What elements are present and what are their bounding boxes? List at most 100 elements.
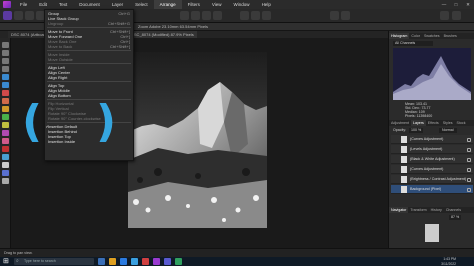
healing-tool-icon[interactable] bbox=[2, 138, 9, 144]
flood-select-tool-icon[interactable] bbox=[2, 82, 9, 88]
user-icon[interactable] bbox=[452, 11, 461, 20]
tab-navigator[interactable]: Navigator bbox=[389, 207, 409, 213]
pen-tool-icon[interactable] bbox=[2, 154, 9, 160]
layer-thumbnail bbox=[401, 156, 407, 163]
navigator-thumbnail[interactable] bbox=[425, 224, 439, 242]
file-explorer-icon[interactable] bbox=[109, 258, 116, 265]
maximize-button[interactable]: □ bbox=[450, 0, 462, 9]
gradient-tool-icon[interactable] bbox=[2, 114, 9, 120]
menu-select[interactable]: Select bbox=[129, 0, 154, 9]
menu-document[interactable]: Document bbox=[73, 0, 106, 9]
menu-arrange[interactable]: Arrange bbox=[153, 0, 182, 9]
canvas-photo[interactable] bbox=[128, 52, 267, 228]
navigator-zoom[interactable]: 87 % bbox=[449, 215, 462, 220]
tab-styles[interactable]: Styles bbox=[441, 120, 455, 126]
layer-visibility-checkbox[interactable] bbox=[467, 167, 471, 172]
affinity-photo-taskbar-icon[interactable] bbox=[153, 258, 160, 265]
menu-item-insertion-inside[interactable]: Insertion Inside bbox=[45, 139, 133, 145]
menu-edit[interactable]: Edit bbox=[33, 0, 53, 9]
tab-channels[interactable]: Channels bbox=[444, 207, 463, 213]
shape-tool-icon[interactable] bbox=[2, 170, 9, 176]
red-eye-tool-icon[interactable] bbox=[2, 146, 9, 152]
tab-effects[interactable]: Effects bbox=[426, 120, 441, 126]
menu-help[interactable]: Help bbox=[256, 0, 277, 9]
view-tool-icon[interactable] bbox=[2, 50, 9, 56]
layer-thumbnail bbox=[401, 176, 407, 183]
eyedropper-tool-icon[interactable] bbox=[2, 178, 9, 184]
auto-contrast-icon[interactable] bbox=[202, 11, 211, 20]
minimize-button[interactable]: — bbox=[438, 0, 450, 9]
menu-item-label: Move to Back bbox=[48, 44, 73, 49]
tab-brushes[interactable]: Brushes bbox=[442, 33, 459, 39]
channel-select[interactable]: All Channels bbox=[393, 41, 433, 46]
menu-text[interactable]: Text bbox=[53, 0, 73, 9]
layer-visibility-checkbox[interactable] bbox=[467, 157, 471, 162]
persona-photo-icon[interactable] bbox=[3, 11, 12, 20]
layer-row[interactable]: (Brightness / Contrast Adjustment) bbox=[391, 175, 473, 184]
affinity-designer-taskbar-icon[interactable] bbox=[164, 258, 171, 265]
tab-stock[interactable]: Stock bbox=[455, 120, 468, 126]
tab-layers[interactable]: Layers bbox=[410, 120, 426, 126]
taskbar-search[interactable]: ⌕ Type here to search bbox=[14, 258, 94, 265]
tab-color[interactable]: Color bbox=[409, 33, 422, 39]
erase-tool-icon[interactable] bbox=[2, 98, 9, 104]
layer-row[interactable]: (Curves Adjustment) bbox=[391, 135, 473, 144]
menu-item-label: Ungroup bbox=[48, 21, 64, 26]
fill-tool-icon[interactable] bbox=[2, 106, 9, 112]
edge-icon[interactable] bbox=[120, 258, 127, 265]
layer-row[interactable]: (Curves Adjustment) bbox=[391, 165, 473, 174]
arrange-icon[interactable] bbox=[341, 11, 350, 20]
menu-filters[interactable]: Filters bbox=[182, 0, 206, 9]
search-icon: ⌕ bbox=[16, 258, 19, 264]
assistant-icon[interactable] bbox=[440, 11, 449, 20]
text-tool-icon[interactable] bbox=[2, 162, 9, 168]
taskbar-clock[interactable]: 1:43 PM 3/11/2022 bbox=[441, 257, 456, 266]
quick-mask-icon[interactable] bbox=[251, 11, 260, 20]
menu-file[interactable]: File bbox=[14, 0, 33, 9]
layer-visibility-checkbox[interactable] bbox=[467, 137, 471, 142]
tab-history[interactable]: History bbox=[429, 207, 444, 213]
snapping-icon[interactable] bbox=[330, 11, 339, 20]
close-button[interactable]: ✕ bbox=[462, 0, 474, 9]
menu-view[interactable]: View bbox=[206, 0, 228, 9]
menu-layer[interactable]: Layer bbox=[106, 0, 129, 9]
dodge-tool-icon[interactable] bbox=[2, 122, 9, 128]
selection-icon[interactable] bbox=[262, 11, 271, 20]
persona-liquify-icon[interactable] bbox=[14, 11, 23, 20]
layer-row[interactable]: (Black & White Adjustment) bbox=[391, 155, 473, 164]
layer-row[interactable]: Background (Pixel) bbox=[391, 185, 473, 194]
layer-row[interactable]: (Levels Adjustment) bbox=[391, 145, 473, 154]
tab-transform[interactable]: Transform bbox=[408, 207, 428, 213]
selection-brush-tool-icon[interactable] bbox=[2, 74, 9, 80]
move-tool-icon[interactable] bbox=[2, 42, 9, 48]
clock-time: 1:43 PM bbox=[443, 257, 456, 261]
app-taskbar-icon[interactable] bbox=[175, 258, 182, 265]
layer-visibility-checkbox[interactable] bbox=[467, 187, 471, 192]
opacity-input[interactable]: 100 % bbox=[409, 128, 424, 133]
mail-icon[interactable] bbox=[131, 258, 138, 265]
tab-adjustment[interactable]: Adjustment bbox=[389, 120, 411, 126]
straighten-icon[interactable] bbox=[240, 11, 249, 20]
status-bar: Drag to pan view. bbox=[0, 248, 474, 257]
menu-separator bbox=[47, 81, 131, 82]
chrome-icon[interactable] bbox=[142, 258, 149, 265]
paint-brush-tool-icon[interactable] bbox=[2, 90, 9, 96]
histogram-pixels: Pixels: 11398400 bbox=[405, 114, 433, 118]
color-wheel-icon[interactable] bbox=[180, 11, 189, 20]
clone-tool-icon[interactable] bbox=[2, 130, 9, 136]
persona-develop-icon[interactable] bbox=[25, 11, 34, 20]
auto-color-icon[interactable] bbox=[213, 11, 222, 20]
auto-levels-icon[interactable] bbox=[191, 11, 200, 20]
arrange-menu: Group Ctrl+G Live Stack Group Ungroup Ctrl+S… bbox=[44, 9, 134, 161]
menu-window[interactable]: Window bbox=[228, 0, 256, 9]
windows-start-icon[interactable]: ⊞ bbox=[3, 258, 10, 265]
document-tab[interactable]: DSC_8074 (Modified) 87.9% Pixels bbox=[128, 31, 197, 38]
crop-tool-icon[interactable] bbox=[2, 66, 9, 72]
layer-visibility-checkbox[interactable] bbox=[467, 147, 471, 152]
blend-mode-select[interactable]: Normal bbox=[439, 128, 457, 133]
zoom-tool-icon[interactable] bbox=[2, 58, 9, 64]
tab-histogram[interactable]: Histogram bbox=[389, 33, 410, 39]
layer-visibility-checkbox[interactable] bbox=[467, 177, 471, 182]
tab-swatches[interactable]: Swatches bbox=[422, 33, 442, 39]
task-view-icon[interactable] bbox=[98, 258, 105, 265]
